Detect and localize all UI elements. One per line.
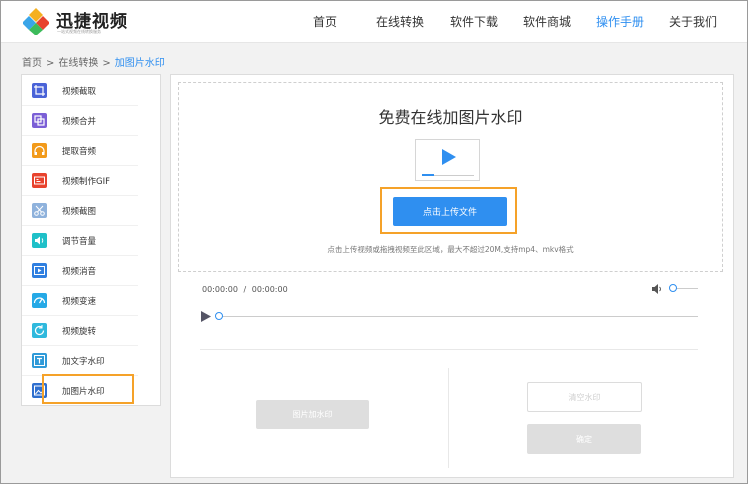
divider: [200, 349, 698, 350]
sidebar-item-label: 视频变速: [62, 297, 97, 307]
upload-file-button[interactable]: 点击上传文件: [393, 197, 507, 226]
sidebar-item-label: 视频旋转: [62, 327, 97, 337]
sidebar-item-label: 视频合并: [62, 117, 97, 127]
upload-hint: 点击上传视频或拖拽视频至此区域，最大不超过20M,支持mp4、mkv格式: [327, 245, 574, 254]
sidebar-item-extract-audio[interactable]: 提取音频: [22, 136, 138, 166]
time-total: 00:00:00: [251, 285, 288, 294]
video-thumbnail: [415, 139, 480, 181]
sidebar-item-label: 加文字水印: [62, 357, 105, 367]
sidebar-item-text-watermark[interactable]: 加文字水印: [22, 346, 138, 376]
sidebar-item-video-screenshot[interactable]: 视频截图: [22, 196, 138, 226]
merge-icon: [32, 113, 47, 128]
sidebar-item-label: 调节音量: [62, 237, 97, 247]
rotate-icon: [32, 323, 47, 338]
nav-manual[interactable]: 操作手册: [596, 1, 644, 43]
nav-software-store[interactable]: 软件商城: [523, 1, 571, 43]
sidebar-item-video-mute[interactable]: 视频消音: [22, 256, 138, 286]
sidebar-item-label: 提取音频: [62, 147, 97, 157]
volume-icon: [32, 233, 47, 248]
nav-online-convert[interactable]: 在线转换: [376, 1, 424, 43]
thumbnail-progress-fill: [422, 174, 434, 176]
scissors-icon: [32, 203, 47, 218]
sidebar-item-label: 视频截图: [62, 207, 97, 217]
sidebar-item-video-speed[interactable]: 视频变速: [22, 286, 138, 316]
breadcrumb-online-convert[interactable]: 在线转换: [58, 58, 98, 69]
speed-icon: [32, 293, 47, 308]
sidebar-item-label: 视频制作GIF: [62, 177, 110, 187]
nav-about[interactable]: 关于我们: [669, 1, 717, 43]
nav-software-download[interactable]: 软件下载: [450, 1, 498, 43]
sidebar-item-adjust-volume[interactable]: 调节音量: [22, 226, 138, 256]
active-item-highlight: [42, 374, 134, 404]
sidebar-item-video-crop[interactable]: 视频截取: [22, 76, 138, 106]
breadcrumb-separator: >: [102, 58, 111, 69]
volume-slider-handle[interactable]: [669, 284, 677, 292]
headphones-icon: [32, 143, 47, 158]
sidebar-item-video-gif[interactable]: 视频制作GIF: [22, 166, 138, 196]
sidebar-item-video-rotate[interactable]: 视频旋转: [22, 316, 138, 346]
mute-icon: [32, 263, 47, 278]
text-watermark-icon: [32, 353, 47, 368]
clear-watermark-button[interactable]: 清空水印: [527, 382, 642, 412]
volume-icon[interactable]: [651, 283, 663, 295]
breadcrumb-current: 加图片水印: [114, 58, 165, 69]
confirm-button[interactable]: 确定: [527, 424, 641, 454]
breadcrumb-home[interactable]: 首页: [22, 58, 42, 69]
top-header: 迅捷视频 一站式视频在线转换服务 首页 在线转换 软件下载 软件商城 操作手册 …: [1, 1, 747, 43]
nav-home[interactable]: 首页: [313, 1, 337, 43]
logo-icon[interactable]: [23, 7, 49, 35]
add-watermark-button[interactable]: 图片加水印: [256, 400, 369, 429]
breadcrumb-separator: >: [46, 58, 55, 69]
play-button-icon[interactable]: [201, 311, 211, 322]
crop-icon: [32, 83, 47, 98]
divider: [448, 368, 449, 468]
seek-bar-handle[interactable]: [215, 312, 223, 320]
breadcrumb: 首页 > 在线转换 > 加图片水印: [22, 54, 165, 69]
gif-icon: [32, 173, 47, 188]
sidebar-item-video-merge[interactable]: 视频合并: [22, 106, 138, 136]
time-readout: 00:00:00 / 00:00:00: [202, 285, 288, 294]
seek-bar-track[interactable]: [219, 316, 698, 317]
time-current: 00:00:00: [202, 285, 238, 294]
play-icon: [442, 149, 456, 165]
time-separator: /: [243, 285, 247, 294]
sidebar-item-label: 视频消音: [62, 267, 97, 277]
logo-subtitle: 一站式视频在线转换服务: [57, 29, 101, 34]
page-title: 免费在线加图片水印: [378, 108, 523, 127]
sidebar-item-label: 视频截取: [62, 87, 97, 97]
